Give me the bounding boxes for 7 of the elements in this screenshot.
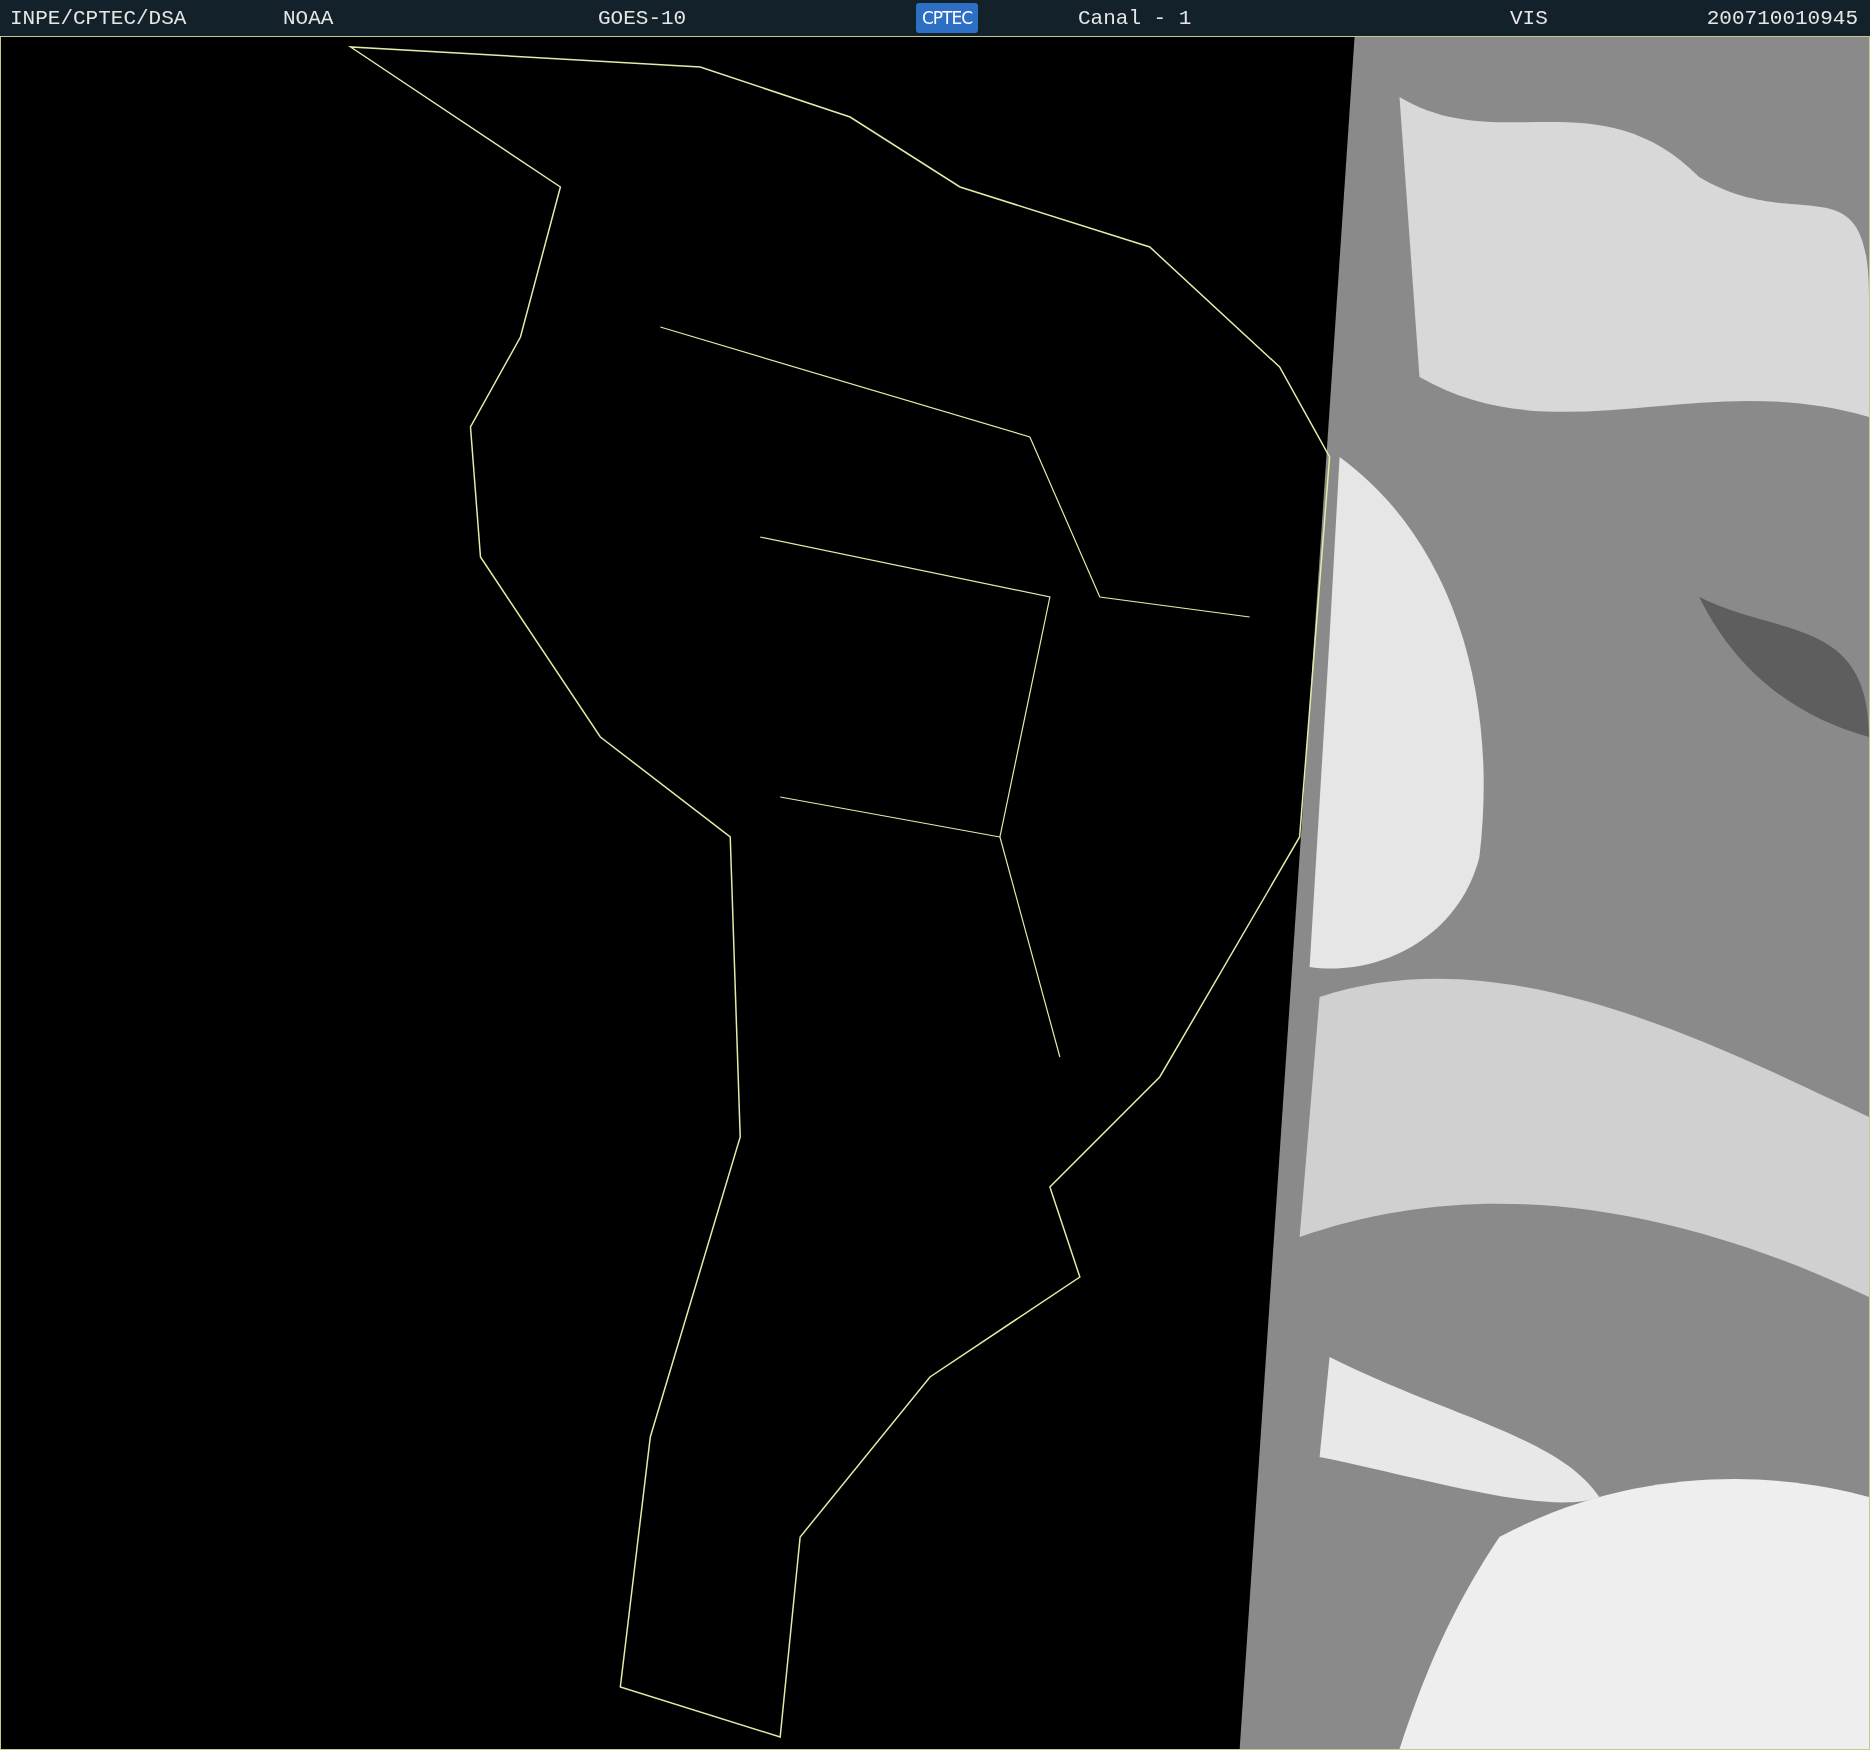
header-label: GOES-10 [598,6,687,30]
header-label: Canal - 1 [1078,6,1192,30]
header-label: VIS [1510,6,1548,30]
header-label: INPE/CPTEC/DSA [10,6,187,30]
logo: CPTEC [916,3,979,33]
header-label: NOAA [283,6,334,30]
header-label: 200710010945 [1706,6,1858,30]
